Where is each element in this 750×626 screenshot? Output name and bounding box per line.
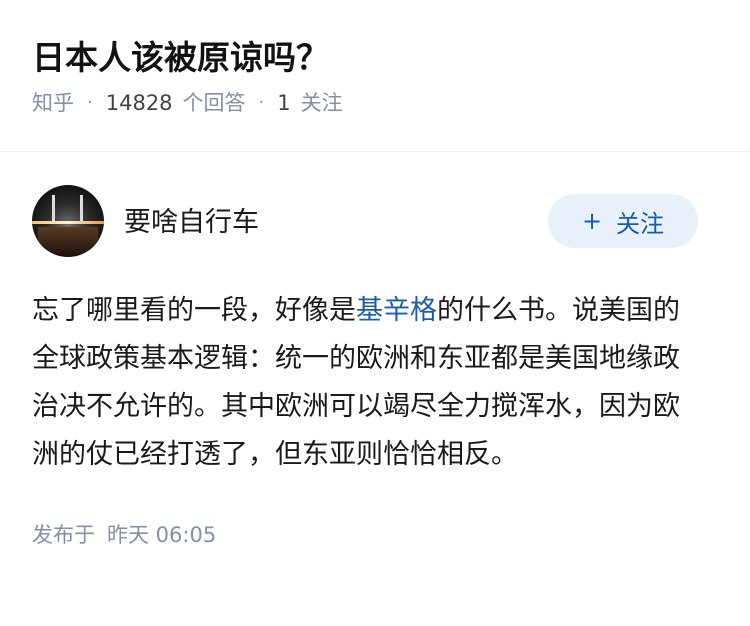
- follow-count-label: 关注: [300, 91, 343, 115]
- separator-dot: ·: [258, 92, 265, 113]
- avatar-road: [38, 227, 98, 257]
- question-title[interactable]: 日本人该被原谅吗？: [32, 36, 718, 80]
- separator-dot: ·: [87, 92, 93, 113]
- follow-button[interactable]: + 关注: [548, 194, 698, 248]
- avatar-lights: [32, 221, 104, 224]
- follow-button-label: 关注: [616, 209, 665, 238]
- question-header: 日本人该被原谅吗？ 知乎 · 14828 个回答 · 1 关注: [0, 0, 750, 115]
- plus-icon: +: [581, 207, 603, 235]
- content-text: 忘了哪里看的一段，好像是: [32, 295, 356, 326]
- answer-count: 14828: [105, 91, 173, 115]
- question-meta: 知乎 · 14828 个回答 · 1 关注: [32, 88, 718, 118]
- follow-count: 1: [277, 91, 291, 115]
- author-name[interactable]: 要啥自行车: [124, 200, 548, 239]
- answer-count-label: 个回答: [182, 91, 246, 115]
- published-label: 发布于: [32, 523, 95, 547]
- publish-info: 发布于 昨天 06:05: [32, 519, 718, 549]
- author-row: 要啥自行车 + 关注: [32, 183, 718, 259]
- published-time: 昨天 06:05: [107, 523, 217, 547]
- avatar-pole: [80, 195, 83, 223]
- answer-content[interactable]: 忘了哪里看的一段，好像是基辛格的什么书。说美国的全球政策基本逻辑：统一的欧洲和东…: [32, 287, 702, 479]
- avatar-pole: [52, 195, 55, 223]
- answer-card: 要啥自行车 + 关注 忘了哪里看的一段，好像是基辛格的什么书。说美国的全球政策基…: [0, 183, 750, 549]
- source-label[interactable]: 知乎: [32, 88, 74, 118]
- avatar[interactable]: [32, 185, 104, 257]
- divider: [0, 151, 750, 152]
- content-link[interactable]: 基辛格: [356, 295, 437, 326]
